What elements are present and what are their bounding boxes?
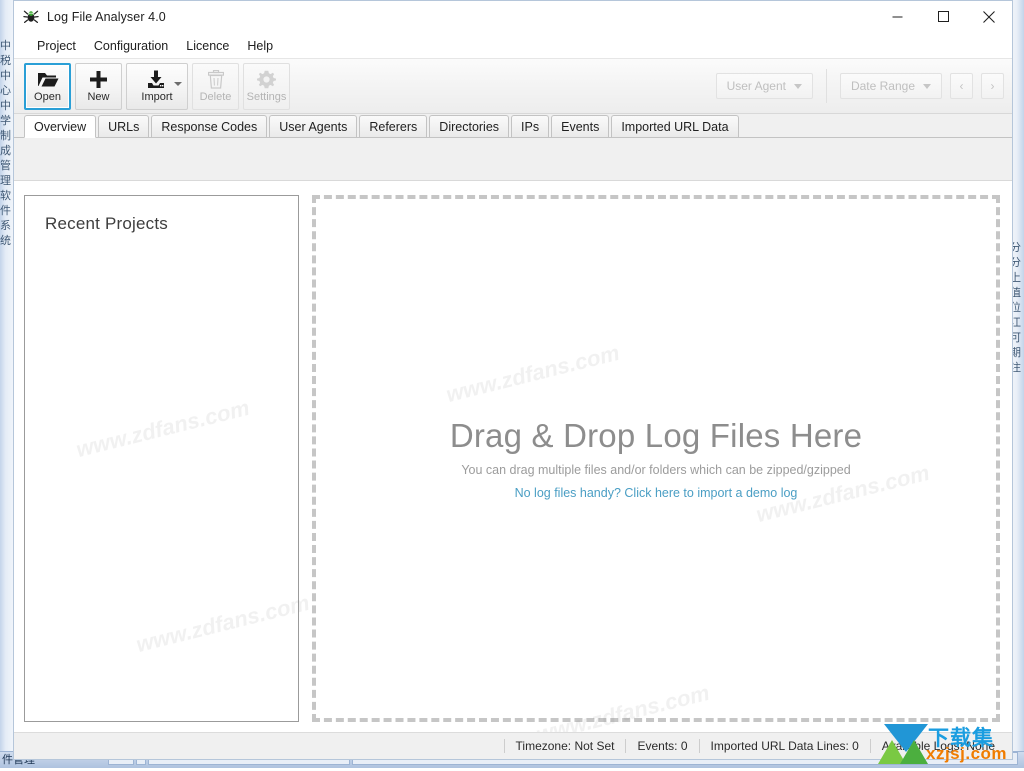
date-range-filter: Date Range: [840, 73, 942, 99]
status-available-logs: Available Logs: None: [870, 739, 1006, 753]
application-window: Log File Analyser 4.0 Project C: [13, 0, 1013, 760]
menu-item-licence[interactable]: Licence: [177, 36, 238, 56]
toolbar-divider: [826, 69, 827, 103]
import-download-icon: [147, 69, 167, 89]
window-controls: [874, 1, 1012, 32]
chevron-down-icon: [794, 84, 802, 89]
background-window-left: 中税中心中学制成管理软件系统: [0, 0, 14, 768]
new-button-label: New: [87, 92, 109, 103]
drop-zone[interactable]: Drag & Drop Log Files Here You can drag …: [312, 195, 1000, 722]
close-icon: [983, 11, 995, 23]
toolbar: Open New: [14, 59, 1012, 114]
close-button[interactable]: [966, 1, 1012, 32]
delete-button: Delete: [192, 63, 239, 110]
tab-directories[interactable]: Directories: [429, 115, 509, 137]
maximize-button[interactable]: [920, 1, 966, 32]
status-imported-url-lines: Imported URL Data Lines: 0: [699, 739, 870, 753]
tab-imported-url-data[interactable]: Imported URL Data: [611, 115, 738, 137]
tab-overview[interactable]: Overview: [24, 115, 96, 138]
delete-button-label: Delete: [200, 92, 232, 103]
menu-bar: Project Configuration Licence Help: [14, 33, 1012, 59]
maximize-icon: [938, 11, 949, 22]
recent-projects-title: Recent Projects: [45, 214, 298, 234]
minimize-icon: [892, 11, 903, 22]
plus-icon: [89, 69, 108, 89]
gear-icon: [257, 69, 276, 89]
chevron-down-icon: [923, 84, 931, 89]
tab-events[interactable]: Events: [551, 115, 609, 137]
tab-user-agents[interactable]: User Agents: [269, 115, 357, 137]
settings-button-label: Settings: [247, 92, 287, 103]
open-button-label: Open: [34, 92, 61, 103]
user-agent-filter: User Agent: [716, 73, 813, 99]
date-range-next-button: ›: [981, 73, 1004, 99]
trash-icon: [208, 69, 224, 89]
open-folder-icon: [37, 69, 59, 89]
drop-zone-subtitle: You can drag multiple files and/or folde…: [461, 463, 850, 477]
import-button-label: Import: [141, 92, 172, 103]
import-demo-log-link[interactable]: No log files handy? Click here to import…: [515, 486, 798, 500]
menu-item-configuration[interactable]: Configuration: [85, 36, 177, 56]
menu-item-project[interactable]: Project: [28, 36, 85, 56]
menu-item-help[interactable]: Help: [238, 36, 282, 56]
content-area: Recent Projects Drag & Drop Log Files He…: [14, 181, 1012, 732]
toolbar-filter-group: User Agent Date Range ‹ ›: [716, 69, 1004, 103]
background-left-text: 中税中心中学制成管理软件系统: [0, 38, 14, 248]
chevron-down-icon[interactable]: [174, 82, 182, 86]
import-button[interactable]: Import: [126, 63, 188, 110]
tab-urls[interactable]: URLs: [98, 115, 149, 137]
open-button[interactable]: Open: [24, 63, 71, 110]
tab-referers[interactable]: Referers: [359, 115, 427, 137]
date-range-prev-button: ‹: [950, 73, 973, 99]
new-button[interactable]: New: [75, 63, 122, 110]
window-title: Log File Analyser 4.0: [47, 10, 166, 24]
user-agent-filter-label: User Agent: [727, 79, 786, 93]
spider-icon: [23, 9, 39, 25]
filter-band: [14, 138, 1012, 181]
minimize-button[interactable]: [874, 1, 920, 32]
date-range-filter-label: Date Range: [851, 79, 915, 93]
toolbar-main-group: Open New: [24, 63, 290, 110]
status-events: Events: 0: [625, 739, 698, 753]
tab-response-codes[interactable]: Response Codes: [151, 115, 267, 137]
status-bar: Timezone: Not Set Events: 0 Imported URL…: [14, 732, 1012, 759]
tab-strip: Overview URLs Response Codes User Agents…: [14, 114, 1012, 138]
status-timezone: Timezone: Not Set: [504, 739, 626, 753]
recent-projects-panel: Recent Projects: [24, 195, 299, 722]
tab-ips[interactable]: IPs: [511, 115, 549, 137]
title-bar: Log File Analyser 4.0: [14, 1, 1012, 33]
drop-zone-title: Drag & Drop Log Files Here: [450, 417, 862, 455]
settings-button: Settings: [243, 63, 290, 110]
